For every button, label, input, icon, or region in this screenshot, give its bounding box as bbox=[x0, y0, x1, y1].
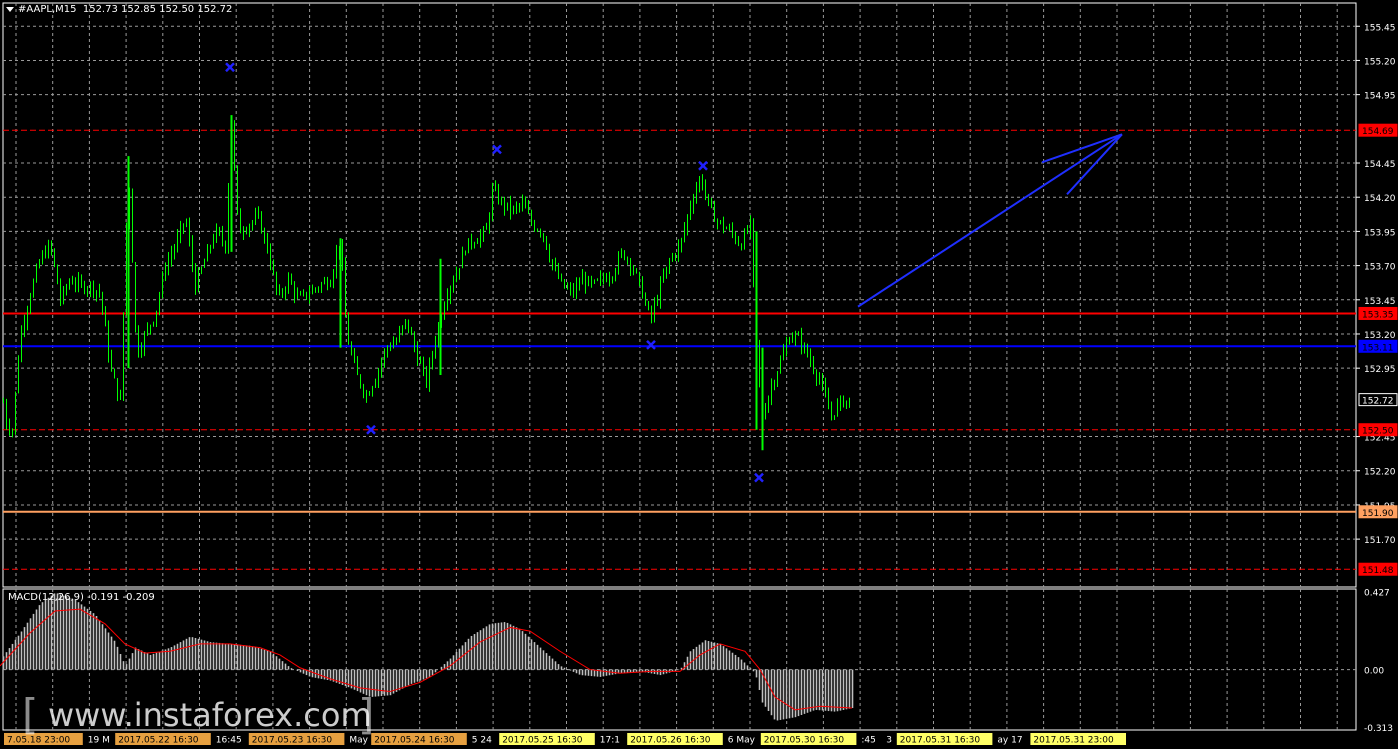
time-tick-label: 2017.05.31 16:30 bbox=[900, 736, 981, 746]
price-axis[interactable]: 155.45 155.20 154.95 154.45 154.20 153.95 153.… bbox=[1356, 23, 1398, 734]
time-tick-label: 2017.05.23 16:30 bbox=[252, 736, 333, 746]
fractal-markers bbox=[225, 62, 764, 483]
macd-tick-label: 0.00 bbox=[1364, 667, 1384, 677]
time-tick-label: May bbox=[349, 736, 368, 746]
macd-label: MACD(12,26,9) -0.191 -0.209 bbox=[8, 592, 155, 603]
price-tick-label: 154.20 bbox=[1364, 194, 1396, 204]
price-tick-label: 153.20 bbox=[1364, 331, 1396, 341]
time-tick-label: 2017.05.30 16:30 bbox=[764, 736, 845, 746]
time-tick-label: 2017.05.26 16:30 bbox=[630, 736, 711, 746]
macd-tick-label: 0.427 bbox=[1364, 588, 1390, 598]
symbol-timeframe: #AAPL,M15 bbox=[18, 4, 77, 15]
price-tick-label: 152.20 bbox=[1364, 468, 1396, 478]
ohlc-values: 152.73 152.85 152.50 152.72 bbox=[82, 4, 233, 15]
time-tick-label: 7.05.18 23:00 bbox=[7, 736, 70, 746]
price-tick-label: 153.45 bbox=[1364, 297, 1396, 307]
fractal-x-icon bbox=[698, 160, 708, 171]
price-tag-label: 152.50 bbox=[1362, 427, 1394, 437]
macd-tick-label: -0.313 bbox=[1364, 724, 1393, 734]
chart-frame bbox=[2, 2, 1357, 731]
price-tick-label: 153.95 bbox=[1364, 228, 1396, 238]
price-tick-label: 153.70 bbox=[1364, 263, 1396, 273]
time-tick-label: 19 M bbox=[88, 736, 110, 746]
time-tick-label: 16:45 bbox=[216, 736, 242, 746]
time-tick-label: :45 bbox=[861, 736, 875, 746]
time-tick-label: 3 bbox=[886, 736, 892, 746]
time-tick-label: 2017.05.31 23:00 bbox=[1033, 736, 1114, 746]
candle-series bbox=[3, 115, 850, 451]
price-tag-label: 151.48 bbox=[1362, 566, 1394, 576]
macd-panel-border bbox=[2, 588, 1357, 731]
horizontal-levels[interactable] bbox=[3, 129, 1356, 570]
fractal-x-icon bbox=[754, 472, 764, 483]
price-tag-label: 154.69 bbox=[1362, 127, 1394, 137]
price-tick-label: 151.70 bbox=[1364, 536, 1396, 546]
main-panel-border bbox=[2, 2, 1357, 588]
price-tick-label: 154.45 bbox=[1364, 160, 1396, 170]
time-tick-label: 6 May bbox=[728, 736, 756, 746]
price-tag-label: 153.35 bbox=[1362, 310, 1394, 320]
price-tick-label: 155.20 bbox=[1364, 57, 1396, 67]
symbol-header: #AAPL,M15 152.73 152.85 152.50 152.72 bbox=[6, 4, 232, 15]
macd-panel bbox=[0, 593, 854, 721]
time-tick-label: 2017.05.24 16:30 bbox=[374, 736, 455, 746]
price-tick-label: 154.95 bbox=[1364, 92, 1396, 102]
time-tick-label: 5 24 bbox=[472, 736, 492, 746]
price-tag-label: 153.11 bbox=[1362, 343, 1394, 353]
fractal-x-icon bbox=[646, 340, 656, 350]
price-tick-label: 155.45 bbox=[1364, 23, 1396, 33]
price-tag-label: 152.72 bbox=[1362, 397, 1394, 407]
time-tick-label: 2017.05.25 16:30 bbox=[502, 736, 583, 746]
price-chart[interactable]: 155.45 155.20 154.95 154.45 154.20 153.95 153.… bbox=[0, 0, 1398, 749]
time-tick-label: 17:1 bbox=[600, 736, 620, 746]
price-tick-label: 152.95 bbox=[1364, 365, 1396, 375]
fractal-x-icon bbox=[492, 144, 502, 155]
fractal-x-icon bbox=[225, 62, 235, 73]
arrow-shaft bbox=[857, 133, 1123, 308]
time-tick-label: 2017.05.22 16:30 bbox=[118, 736, 199, 746]
trend-arrow[interactable] bbox=[857, 133, 1123, 308]
price-tag-label: 151.90 bbox=[1362, 509, 1394, 519]
menu-triangle-icon[interactable] bbox=[6, 6, 14, 12]
chart-grid bbox=[3, 3, 1356, 730]
time-tick-label: ay 17 bbox=[997, 736, 1022, 746]
time-axis[interactable]: 7.05.18 23:00 19 M 2017.05.22 16:30 16:45 20… bbox=[4, 733, 1126, 746]
